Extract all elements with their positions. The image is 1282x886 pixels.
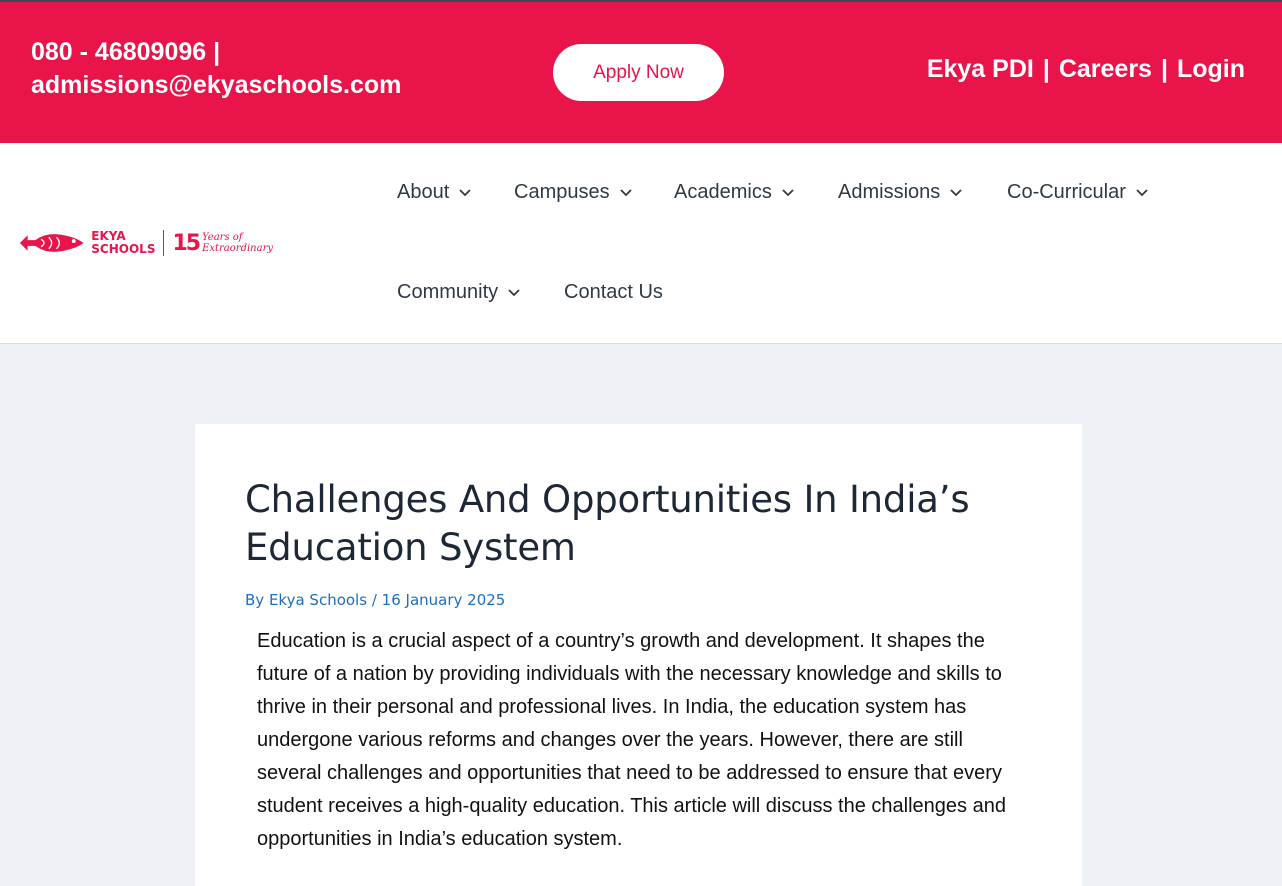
phone-number[interactable]: 080 - 46809096 | — [31, 36, 401, 69]
logo-wordmark-line2: SCHOOLS — [91, 242, 156, 256]
login-link[interactable]: Login — [1177, 53, 1245, 86]
nav-item-academics[interactable]: Academics — [674, 181, 794, 204]
link-separator: | — [1160, 55, 1168, 83]
nav-item-community[interactable]: Community — [397, 281, 520, 304]
article-intro-paragraph: Education is a crucial aspect of a count… — [257, 630, 1006, 850]
nav-item-label: About — [397, 181, 450, 203]
nav-item-co-curricular[interactable]: Co-Curricular — [1007, 181, 1148, 204]
chevron-down-icon — [782, 188, 794, 196]
anniversary-tagline: Years of Extraordinary — [202, 232, 273, 254]
nav-item-contact-us[interactable]: Contact Us — [564, 281, 663, 304]
nav-item-label: Campuses — [514, 181, 610, 203]
article-meta: By Ekya Schools / 16 January 2025 — [245, 591, 505, 609]
logo-divider — [163, 230, 165, 256]
article-title: Challenges And Opportunities In India’s … — [245, 478, 970, 569]
chevron-down-icon — [619, 188, 632, 196]
anniversary-number: 15 — [172, 230, 201, 256]
careers-link[interactable]: Careers — [1059, 53, 1152, 86]
apply-now-button[interactable]: Apply Now — [553, 44, 724, 101]
nav-item-campuses[interactable]: Campuses — [514, 181, 632, 204]
nav-item-label: Admissions — [838, 181, 941, 203]
chevron-down-icon — [1136, 188, 1148, 196]
contact-info: 080 - 46809096 | admissions@ekyaschools.… — [31, 36, 401, 102]
nav-item-label: Academics — [674, 181, 772, 203]
admissions-email[interactable]: admissions@ekyaschools.com — [31, 69, 401, 102]
chevron-down-icon — [459, 188, 471, 196]
nav-item-admissions[interactable]: Admissions — [838, 181, 962, 204]
site-header: EKYA SCHOOLS 15 Years of Extraordinary A… — [0, 143, 1282, 344]
anniversary-tagline-line2: Extraordinary — [202, 243, 273, 254]
top-contact-bar: 080 - 46809096 | admissions@ekyaschools.… — [0, 0, 1282, 143]
author-link[interactable]: Ekya Schools — [269, 591, 367, 609]
publish-date: 16 January 2025 — [381, 591, 506, 609]
fish-logo-icon — [19, 234, 84, 252]
chevron-down-icon — [508, 288, 520, 296]
nav-item-label: Co-Curricular — [1007, 181, 1126, 203]
meta-separator: / — [371, 591, 377, 609]
link-separator: | — [1042, 55, 1050, 83]
nav-item-about[interactable]: About — [397, 181, 471, 204]
nav-item-label: Contact Us — [564, 281, 663, 303]
anniversary-tagline-line1: Years of — [202, 232, 243, 243]
logo-wordmark: EKYA SCHOOLS — [91, 230, 155, 256]
article-card: Challenges And Opportunities In India’s … — [195, 424, 1082, 886]
utility-links: Ekya PDI | Careers | Login — [927, 53, 1245, 86]
ekya-schools-logo[interactable]: EKYA SCHOOLS 15 Years of Extraordinary — [18, 227, 273, 259]
chevron-down-icon — [950, 188, 962, 196]
ekya-pdi-link[interactable]: Ekya PDI — [927, 53, 1034, 86]
author-prefix: By — [245, 591, 265, 609]
nav-item-label: Community — [397, 281, 499, 303]
